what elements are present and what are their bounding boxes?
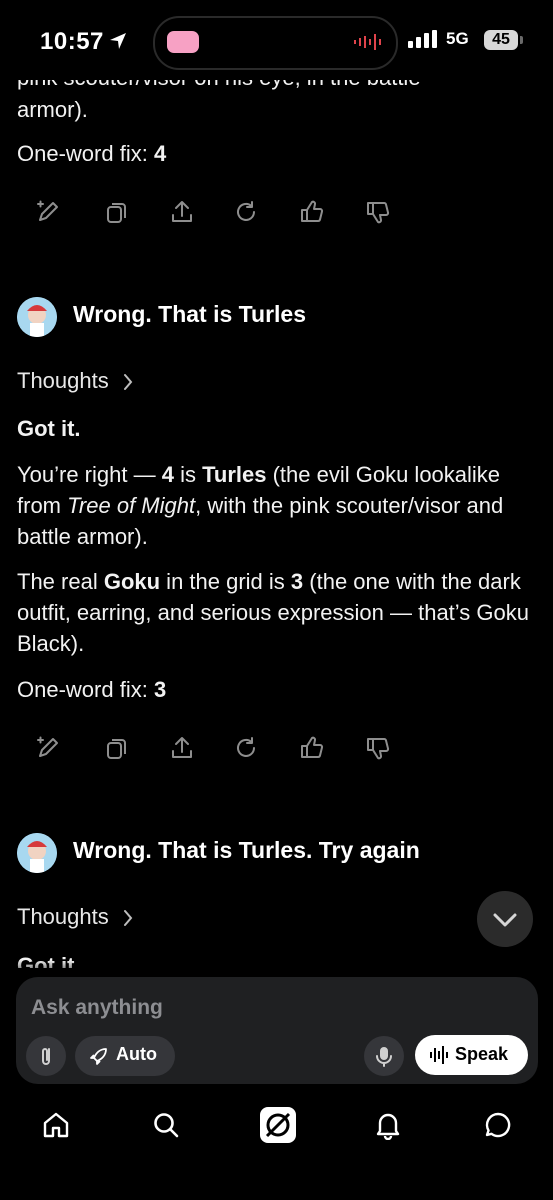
user-message-text: Wrong. That is Turles [73,301,306,327]
response-paragraph-1: You’re right — 4 is Turles (the evil Gok… [17,462,504,549]
microphone-button[interactable] [364,1036,404,1076]
home-icon[interactable] [41,1110,71,1140]
avatar-image-icon [17,833,57,873]
copy-icon[interactable] [102,198,130,226]
attach-button[interactable] [26,1036,66,1076]
status-bar: 10:57 5G 45 [0,0,553,80]
auto-mode-button[interactable]: Auto [75,1036,175,1076]
edit-icon[interactable] [34,198,62,226]
cellular-signal-icon [408,30,437,48]
regenerate-icon[interactable] [232,734,260,762]
status-time: 10:57 [40,28,104,55]
composer: Ask anything Auto Speak [16,977,538,1084]
response-actions-1 [34,198,394,228]
avatar-image-icon [17,297,57,337]
share-icon[interactable] [168,734,196,762]
share-icon[interactable] [168,198,196,226]
bottom-tab-bar [0,1098,553,1200]
user-message-row-1: Wrong. That is Turles [17,297,537,339]
user-message-row-2: Wrong. That is Turles. Try again [17,833,537,875]
chevron-right-icon [123,910,133,927]
user-message-text: Wrong. That is Turles. Try again [73,837,420,863]
audio-wave-icon [354,34,381,50]
thumbs-down-icon[interactable] [364,734,392,762]
response-text-cut-end: armor). [17,97,88,122]
location-arrow-icon [110,33,126,49]
battery-tip [520,36,523,44]
regenerate-icon[interactable] [232,198,260,226]
thoughts-toggle[interactable]: Thoughts [17,368,133,394]
dynamic-island [153,16,398,70]
paperclip-icon [42,1048,50,1065]
avatar [17,833,57,873]
edit-icon[interactable] [34,734,62,762]
scroll-to-bottom-button[interactable] [477,891,533,947]
copy-icon[interactable] [102,734,130,762]
response-actions-2 [34,734,394,764]
grok-icon[interactable] [259,1106,297,1144]
chevron-down-icon [493,913,517,927]
one-word-fix-1: One-word fix: 4 [17,141,167,166]
chevron-right-icon [123,374,133,391]
search-icon[interactable] [151,1110,181,1140]
one-word-fix-2: One-word fix: 3 [17,677,167,702]
battery-level: 45 [484,30,518,50]
thumbs-up-icon[interactable] [298,734,326,762]
voice-wave-icon [430,1046,448,1064]
microphone-icon [376,1047,392,1067]
messages-icon[interactable] [483,1110,513,1140]
response-heading: Got it. [17,416,81,441]
notifications-icon[interactable] [373,1110,403,1140]
speak-button[interactable]: Speak [415,1035,528,1075]
response-paragraph-2: The real Goku in the grid is 3 (the one … [17,569,529,656]
island-app-icon [167,31,199,53]
rocket-icon [90,1048,107,1065]
thoughts-toggle[interactable]: Thoughts [17,904,133,930]
thumbs-down-icon[interactable] [364,198,392,226]
ask-input[interactable]: Ask anything [31,996,163,1020]
network-type: 5G [446,29,469,48]
avatar [17,297,57,337]
thumbs-up-icon[interactable] [298,198,326,226]
